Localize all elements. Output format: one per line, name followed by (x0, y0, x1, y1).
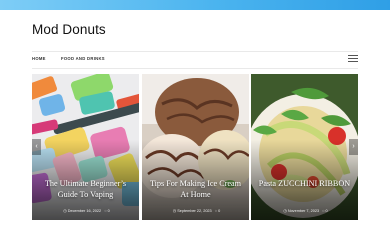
post-meta: ◷September 22, 2023 ◌0 (142, 208, 249, 213)
hamburger-menu-icon[interactable] (348, 55, 358, 63)
comment-icon: ◌ (104, 208, 107, 213)
clock-icon: ◷ (283, 208, 287, 213)
post-card[interactable]: Pasta ZUCCHINI RIBBON ◷November 7, 2023 … (251, 74, 358, 220)
top-accent-bar (0, 0, 390, 10)
post-title[interactable]: Tips For Making Ice Cream At Home (146, 179, 245, 200)
comment-count[interactable]: 0 (218, 209, 220, 213)
post-title[interactable]: The Ultimate Beginner’s Guide To Vaping (36, 179, 135, 200)
comment-icon: ◌ (322, 208, 325, 213)
nav-item-home[interactable]: HOME (32, 56, 46, 61)
post-date: December 16, 2022 (67, 209, 102, 213)
comment-count[interactable]: 0 (108, 209, 110, 213)
clock-icon: ◷ (63, 208, 67, 213)
post-card[interactable]: The Ultimate Beginner’s Guide To Vaping … (32, 74, 139, 220)
featured-posts-slider: The Ultimate Beginner’s Guide To Vaping … (32, 74, 358, 220)
main-navigation: HOME FOOD AND DRINKS (32, 51, 358, 69)
site-title[interactable]: Mod Donuts (32, 22, 106, 37)
nav-item-food-and-drinks[interactable]: FOOD AND DRINKS (61, 56, 105, 61)
clock-icon: ◷ (172, 208, 177, 213)
post-date: September 22, 2023 (177, 209, 212, 213)
post-date: November 7, 2023 (287, 209, 320, 213)
comment-icon: ◌ (214, 208, 218, 213)
post-card[interactable]: Tips For Making Ice Cream At Home ◷Septe… (142, 74, 249, 220)
post-meta: ◷November 7, 2023 ◌0 (251, 208, 358, 213)
comment-count[interactable]: 0 (326, 209, 328, 213)
chevron-right-icon[interactable]: › (349, 139, 358, 155)
post-title[interactable]: Pasta ZUCCHINI RIBBON (255, 179, 354, 190)
post-meta: ◷December 16, 2022 ◌0 (32, 208, 139, 213)
chevron-left-icon[interactable]: ‹ (32, 139, 41, 155)
